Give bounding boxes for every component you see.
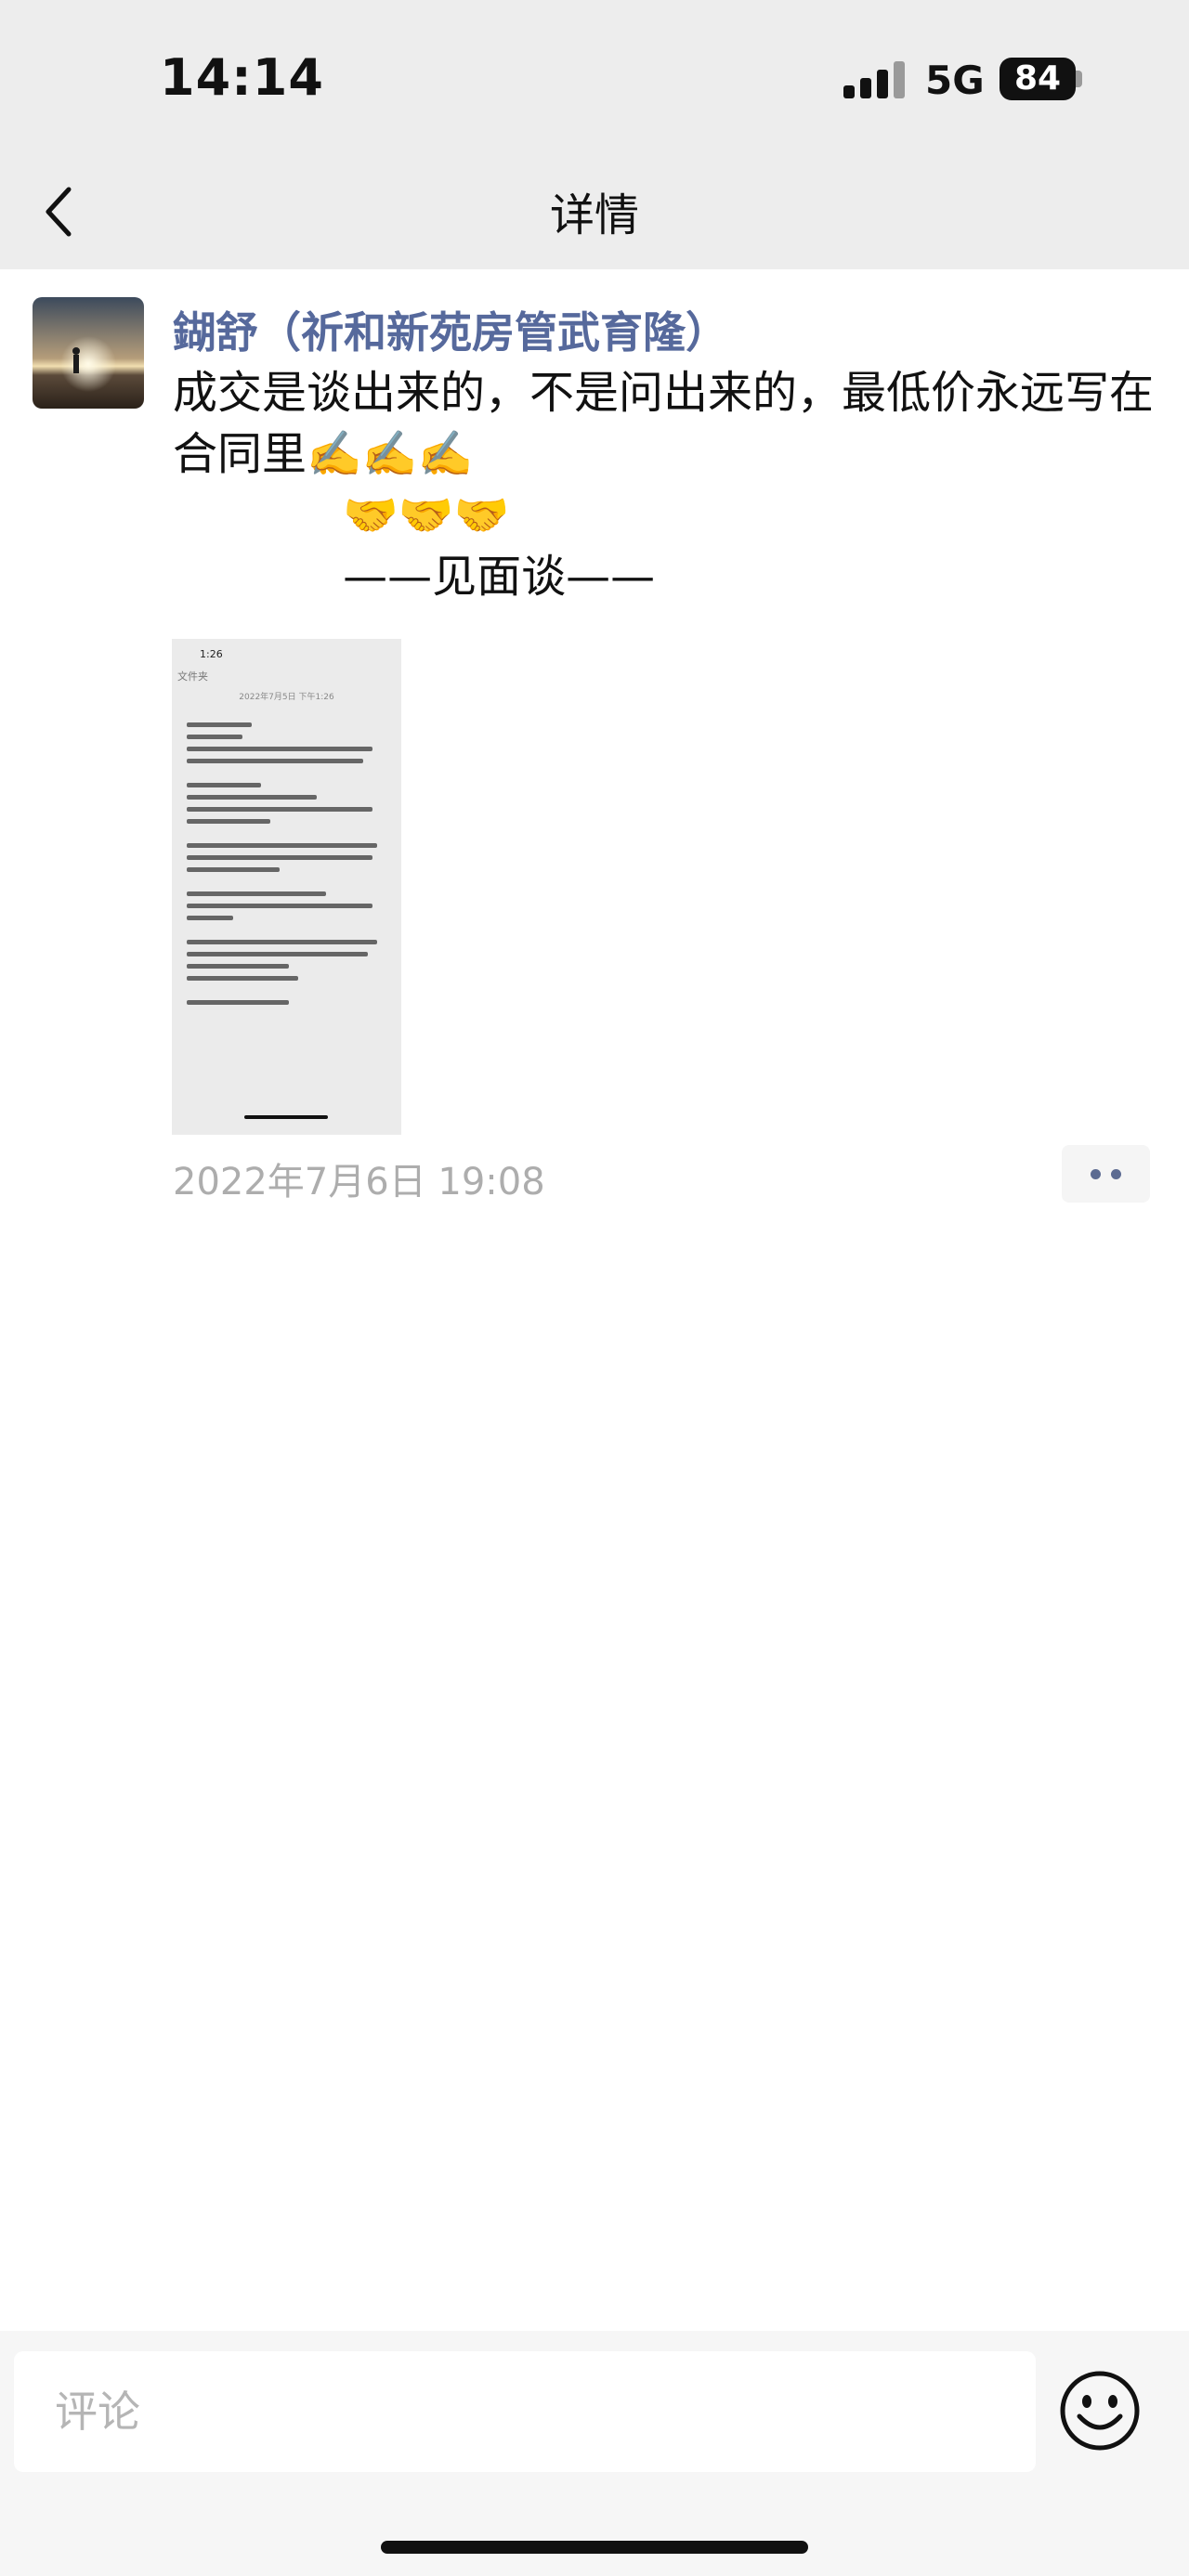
thumb-text-line: [187, 759, 363, 763]
more-options-button[interactable]: [1062, 1145, 1150, 1203]
thumb-text-line: [187, 867, 280, 872]
thumb-text-line: [187, 747, 372, 751]
thumb-text-line: [187, 940, 377, 944]
thumb-text-line: [187, 904, 372, 908]
status-bar: 14:14 5G 84: [0, 0, 1189, 158]
thumb-date: 2022年7月5日 下午1:26: [239, 693, 334, 702]
thumb-text-line: [187, 722, 252, 727]
page-title: 详情: [549, 189, 639, 241]
battery-icon: 84: [1000, 58, 1076, 100]
thumb-text-line: [187, 807, 372, 812]
post-timestamp: 2022年7月6日 19:08: [173, 1161, 545, 1203]
home-indicator: [381, 2541, 808, 2554]
thumb-text-line: [187, 976, 298, 981]
thumb-text-line: [187, 1000, 289, 1005]
status-time: 14:14: [160, 48, 324, 107]
top-bar: 14:14 5G 84 详情: [0, 0, 1189, 269]
thumb-text-line: [187, 964, 289, 969]
thumb-home-indicator: [244, 1115, 328, 1119]
comment-bar: [0, 2331, 1189, 2576]
smiley-face-icon: [1060, 2371, 1140, 2451]
nav-bar: 详情: [0, 158, 1189, 269]
thumb-text-line: [187, 843, 377, 848]
thumb-status-time: 1:26: [200, 648, 223, 660]
post-text: 成交是谈出来的，不是问出来的，最低价永远写在合同里✍️✍️✍️ 🤝🤝🤝 ——见面…: [173, 367, 1155, 603]
thumb-back-label: 文件夹: [177, 670, 208, 683]
ellipsis-icon: [1111, 1169, 1121, 1179]
thumb-text-line: [187, 916, 233, 920]
battery-cap: [1076, 71, 1082, 87]
thumb-text-line: [187, 855, 372, 860]
comment-input[interactable]: [14, 2351, 1036, 2472]
thumb-text-line: [187, 795, 317, 800]
avatar-image: [33, 297, 144, 409]
post-image[interactable]: 1:26 文件夹 2022年7月5日 下午1:26: [172, 639, 401, 1135]
thumb-text-line: [187, 783, 261, 787]
author-name[interactable]: 鍸舒（祈和新苑房管武育隆）: [173, 299, 728, 360]
emoji-button[interactable]: [1057, 2368, 1143, 2453]
thumb-text-line: [187, 952, 368, 956]
avatar[interactable]: [33, 297, 144, 409]
thumb-text-line: [187, 819, 270, 824]
ellipsis-icon: [1091, 1169, 1101, 1179]
network-type: 5G: [925, 58, 985, 103]
cellular-signal-icon: [843, 61, 905, 98]
thumb-text-line: [187, 735, 242, 739]
thumb-text-line: [187, 891, 326, 896]
